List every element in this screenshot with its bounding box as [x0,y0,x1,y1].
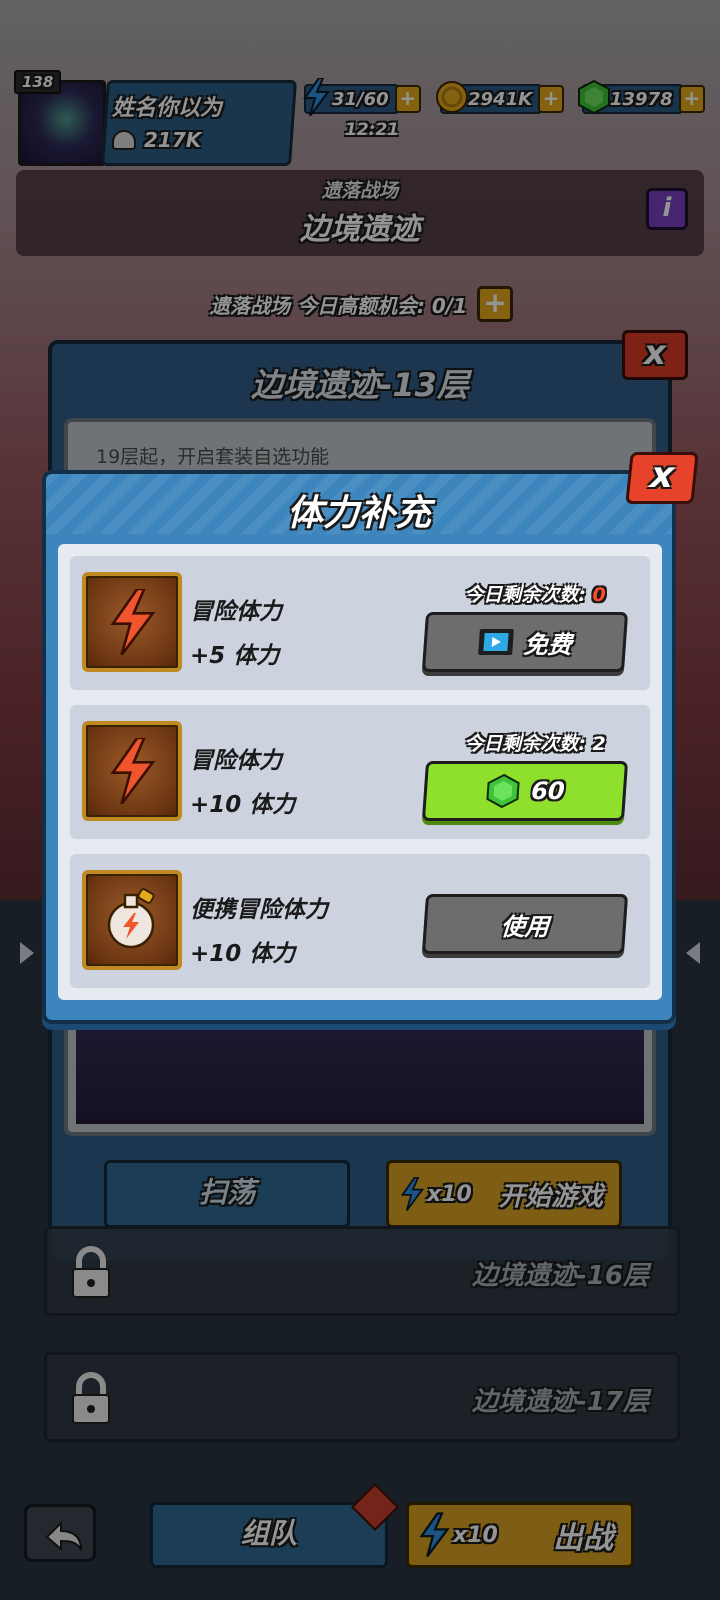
item-icon-frame [82,572,182,672]
gem-price: 60 [530,777,566,805]
item-name: 冒险体力 [190,748,282,774]
item-amount: +5 体力 [190,643,280,669]
item-remaining: 今日剩余次数: 2 [440,729,630,756]
use-button-label: 使用 [499,912,550,941]
video-play-icon [478,629,514,655]
item-remaining: 今日剩余次数: 0 [440,580,630,607]
green-gem-icon [486,773,520,809]
item-remaining-value: 2 [592,733,606,755]
item-remaining-label: 今日剩余次数: [464,733,586,755]
gem-purchase-button[interactable]: 60 [421,761,629,821]
stamina-option-row: 冒险体力 +10 体力 今日剩余次数: 2 60 [70,705,650,839]
item-icon-frame [82,721,182,821]
lightning-icon [110,589,156,655]
use-item-button[interactable]: 使用 [421,894,629,954]
stamina-option-row: 便携冒险体力 +10 体力 使用 [70,854,650,988]
item-remaining-label: 今日剩余次数: [464,584,586,606]
item-name: 便携冒险体力 [190,897,328,923]
potion-icon [107,888,155,949]
stamina-option-row: 冒险体力 +5 体力 今日剩余次数: 0 免费 [70,556,650,690]
item-icon-frame [82,870,182,970]
item-amount: +10 体力 [190,792,296,818]
modal-close-button[interactable]: x [625,452,699,504]
lightning-icon [110,738,156,804]
modal-title: 体力补充 [286,493,431,534]
item-name: 冒险体力 [190,599,282,625]
item-remaining-value: 0 [592,584,606,606]
free-ad-button[interactable]: 免费 [421,612,629,672]
free-button-label: 免费 [522,630,573,659]
item-amount: +10 体力 [190,941,296,967]
